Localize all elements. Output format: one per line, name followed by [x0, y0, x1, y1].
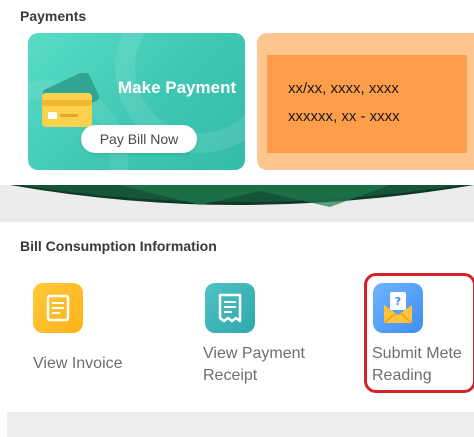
banner-image [10, 185, 474, 207]
meter-reading-icon[interactable]: ? [373, 283, 423, 333]
view-invoice-label[interactable]: View Invoice [33, 353, 123, 375]
bill-consumption-title: Bill Consumption Information [20, 238, 217, 254]
submit-meter-reading-label-line1[interactable]: Submit Mete [372, 343, 462, 365]
account-info-card[interactable] [257, 33, 474, 170]
receipt-document-icon [218, 293, 242, 323]
view-payment-receipt-label-line1[interactable]: View Payment [203, 343, 305, 365]
redaction-box [267, 55, 467, 153]
info-line-1: xx/xx, xxxx, xxxx [288, 80, 399, 97]
receipt-icon[interactable] [205, 283, 255, 333]
svg-text:?: ? [395, 295, 401, 308]
pay-bill-now-button[interactable]: Pay Bill Now [81, 125, 197, 153]
payments-section-title: Payments [20, 8, 87, 24]
bottom-divider [7, 412, 474, 437]
make-payment-card[interactable]: Make Payment Pay Bill Now [28, 33, 245, 170]
info-line-2: xxxxxx, xx - xxxx [288, 108, 400, 125]
submit-meter-reading-label-line2[interactable]: Reading [372, 365, 432, 387]
document-icon [46, 294, 70, 322]
banner-strip [0, 185, 474, 222]
make-payment-title: Make Payment [118, 78, 237, 97]
view-payment-receipt-label-line2[interactable]: Receipt [203, 365, 257, 387]
envelope-question-icon: ? [383, 292, 413, 324]
invoice-icon[interactable] [33, 283, 83, 333]
